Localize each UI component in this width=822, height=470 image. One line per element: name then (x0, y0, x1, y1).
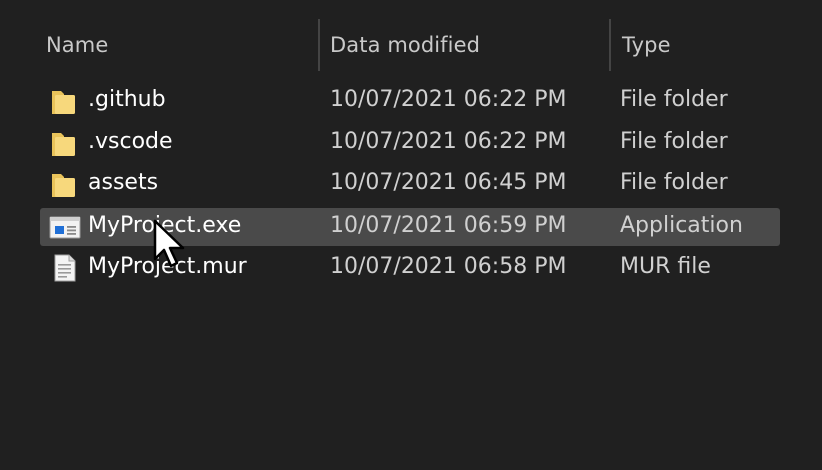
column-header-type[interactable]: Type (622, 33, 671, 57)
application-icon (49, 216, 81, 239)
file-type: Application (620, 213, 743, 238)
document-icon (54, 254, 76, 282)
file-name: .github (88, 87, 166, 112)
file-row-vscode[interactable]: .vscode 10/07/2021 06:22 PM File folder (40, 124, 780, 162)
file-type: MUR file (620, 254, 711, 279)
file-date-modified: 10/07/2021 06:22 PM (330, 87, 567, 112)
file-type: File folder (620, 129, 728, 154)
file-date-modified: 10/07/2021 06:59 PM (330, 213, 567, 238)
folder-icon (52, 133, 75, 156)
file-name: MyProject.exe (88, 213, 242, 238)
file-date-modified: 10/07/2021 06:58 PM (330, 254, 567, 279)
column-header-bar: Name Data modified Type (0, 0, 822, 90)
file-name: .vscode (88, 129, 173, 154)
file-row-assets[interactable]: assets 10/07/2021 06:45 PM File folder (40, 165, 780, 203)
file-date-modified: 10/07/2021 06:45 PM (330, 170, 567, 195)
file-row-myproject-mur[interactable]: MyProject.mur 10/07/2021 06:58 PM MUR fi… (40, 249, 780, 287)
column-divider[interactable] (318, 19, 320, 71)
file-row-myproject-exe[interactable]: MyProject.exe 10/07/2021 06:59 PM Applic… (40, 208, 780, 246)
folder-icon (52, 91, 75, 114)
column-header-name[interactable]: Name (46, 33, 108, 57)
file-name: MyProject.mur (88, 254, 247, 279)
column-header-date-modified[interactable]: Data modified (330, 33, 480, 57)
file-type: File folder (620, 87, 728, 112)
file-type: File folder (620, 170, 728, 195)
file-date-modified: 10/07/2021 06:22 PM (330, 129, 567, 154)
file-row-github[interactable]: .github 10/07/2021 06:22 PM File folder (40, 82, 780, 120)
file-name: assets (88, 170, 159, 195)
folder-icon (52, 174, 75, 197)
column-divider[interactable] (609, 19, 611, 71)
